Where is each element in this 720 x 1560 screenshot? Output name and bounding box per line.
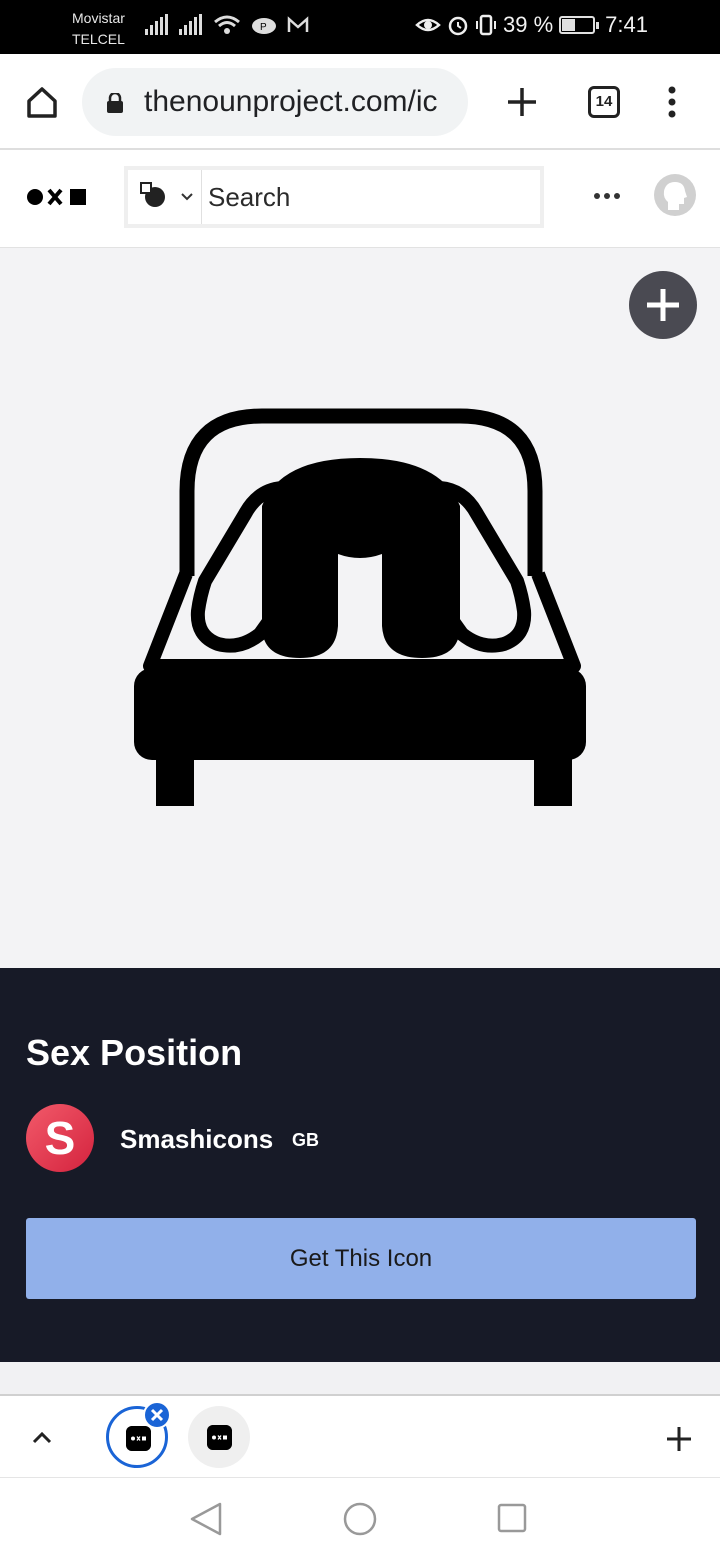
noun-project-logo — [207, 1425, 232, 1450]
signal-icon — [145, 14, 168, 35]
collection-type-icon — [140, 182, 165, 207]
carrier-line2: TELCEL — [72, 31, 125, 47]
new-tab-plus-icon[interactable] — [664, 1424, 694, 1454]
page: Movistar TELCEL P 39 % 7:41 thenounproje… — [0, 0, 720, 1560]
icon-preview — [0, 248, 720, 968]
battery-percent: 39 % — [503, 12, 554, 37]
search-box — [124, 166, 544, 228]
battery-icon — [559, 16, 600, 34]
url-text: thenounproject.com/ic — [144, 85, 438, 118]
add-icon — [647, 289, 679, 321]
vibrate-icon — [476, 14, 497, 36]
browser-toolbar: thenounproject.com/ic 14 — [0, 54, 720, 150]
alarm-icon — [448, 16, 468, 36]
carrier-line1: Movistar — [72, 10, 125, 26]
cloud-icon: P — [252, 18, 276, 34]
home-circle-icon[interactable] — [342, 1501, 378, 1537]
battery-fill — [562, 19, 575, 31]
get-icon-button[interactable]: Get This Icon — [26, 1218, 696, 1299]
close-icon — [150, 1408, 164, 1422]
wifi-icon — [214, 15, 240, 34]
back-icon[interactable] — [188, 1500, 224, 1538]
more-vert-icon[interactable] — [660, 84, 684, 120]
page-bottom-area — [0, 1362, 720, 1394]
recents-icon[interactable] — [496, 1502, 528, 1534]
signal-icon — [179, 14, 202, 35]
creator-avatar[interactable]: S — [26, 1104, 94, 1172]
eye-icon — [415, 18, 441, 32]
site-header — [0, 150, 720, 248]
search-input[interactable] — [208, 170, 538, 224]
creator-name[interactable]: Smashicons — [120, 1124, 273, 1155]
icon-info-panel: Sex Position S Smashicons GB Get This Ic… — [0, 968, 720, 1362]
search-type-selector[interactable] — [128, 170, 202, 224]
add-to-collection-button[interactable] — [629, 271, 697, 339]
noun-project-logo — [126, 1426, 151, 1451]
creator-country: GB — [292, 1130, 319, 1150]
chevron-down-icon — [181, 193, 193, 201]
system-nav-bar — [0, 1478, 720, 1560]
more-horiz-icon[interactable] — [592, 184, 622, 208]
address-bar[interactable]: thenounproject.com/ic — [82, 68, 468, 136]
lock-icon — [107, 93, 123, 113]
svg-text:P: P — [260, 22, 267, 33]
status-icons-right: 39 % 7:41 — [415, 12, 648, 38]
clock: 7:41 — [605, 12, 648, 37]
status-bar: Movistar TELCEL P 39 % 7:41 — [0, 0, 720, 54]
tab-strip — [0, 1394, 720, 1478]
status-icons-left: P — [145, 14, 309, 36]
carrier-info: Movistar TELCEL — [72, 8, 125, 50]
noun-project-logo[interactable] — [26, 184, 90, 210]
chevron-up-icon[interactable] — [28, 1424, 56, 1452]
icon-title: Sex Position — [26, 1032, 243, 1073]
mail-icon — [287, 16, 309, 32]
user-silhouette-icon — [663, 182, 687, 210]
tab-switcher-button[interactable]: 14 — [588, 86, 620, 118]
bed-icon — [134, 408, 586, 806]
home-icon[interactable] — [24, 84, 60, 120]
user-avatar-icon[interactable] — [654, 174, 696, 216]
tab-thumbnail[interactable] — [188, 1406, 250, 1468]
close-tab-button[interactable] — [143, 1401, 171, 1429]
new-tab-plus-icon[interactable] — [504, 84, 540, 120]
